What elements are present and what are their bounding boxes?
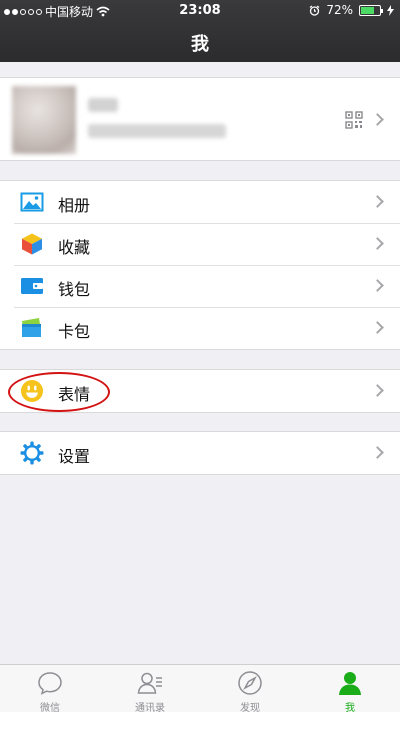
profile-card[interactable] [0, 77, 400, 161]
status-right: 72% [309, 3, 394, 17]
menu-group-settings: 设置 [0, 431, 400, 475]
profile-name-redacted [88, 98, 118, 112]
chevron-right-icon [371, 321, 384, 334]
menu-label-wallet: 钱包 [58, 280, 91, 299]
bottom-blank-area [0, 712, 400, 739]
favorites-cube-icon [22, 233, 42, 255]
contacts-icon [137, 672, 162, 694]
chevron-right-icon [371, 113, 384, 126]
avatar[interactable] [12, 86, 76, 154]
tab-me[interactable]: 我 [300, 665, 400, 714]
chevron-right-icon [371, 384, 384, 397]
chevron-right-icon [371, 195, 384, 208]
header: 中国移动 23:08 72% 我 [0, 0, 400, 62]
chevron-right-icon [371, 446, 384, 459]
tab-discover[interactable]: 发现 [200, 665, 300, 714]
content-area: 相册 收藏 钱包 卡包 表情 设置 [0, 62, 400, 664]
compass-icon [238, 671, 262, 695]
menu-item-cards[interactable]: 卡包 [0, 307, 400, 349]
page-title: 我 [191, 34, 209, 55]
tab-contacts[interactable]: 通讯录 [100, 665, 200, 714]
card-pack-icon [22, 318, 41, 337]
battery-fill [361, 6, 374, 14]
alarm-clock-icon [309, 5, 320, 16]
menu-label-settings: 设置 [58, 447, 91, 466]
person-icon [339, 672, 361, 695]
profile-id-redacted [88, 124, 226, 138]
menu-item-favorites[interactable]: 收藏 [0, 223, 400, 265]
chevron-right-icon [371, 279, 384, 292]
profile-wechat-id [0, 78, 1, 79]
menu-label-album: 相册 [58, 196, 91, 215]
tab-bar: 微信 通讯录 发现 我 [0, 664, 400, 714]
menu-item-album[interactable]: 相册 [0, 181, 400, 223]
gear-icon [20, 441, 44, 465]
charging-bolt-icon [387, 4, 394, 16]
menu-group-emoji: 表情 [0, 369, 400, 413]
menu-item-emoji[interactable]: 表情 [0, 370, 400, 412]
menu-group-main: 相册 收藏 钱包 卡包 [0, 180, 400, 350]
status-bar: 中国移动 23:08 72% [0, 0, 400, 20]
highlight-circle-annotation [8, 372, 110, 412]
menu-item-settings[interactable]: 设置 [0, 432, 400, 474]
menu-item-wallet[interactable]: 钱包 [0, 265, 400, 307]
chat-bubble-icon [38, 672, 62, 695]
chevron-right-icon [371, 237, 384, 250]
battery-icon [359, 4, 383, 16]
tab-chats[interactable]: 微信 [0, 665, 100, 714]
battery-percent: 72% [326, 3, 353, 17]
album-icon [20, 192, 44, 212]
qr-code-icon[interactable] [345, 111, 363, 129]
menu-label-cards: 卡包 [58, 322, 91, 341]
menu-label-favorites: 收藏 [58, 238, 91, 257]
wallet-icon [21, 278, 43, 294]
